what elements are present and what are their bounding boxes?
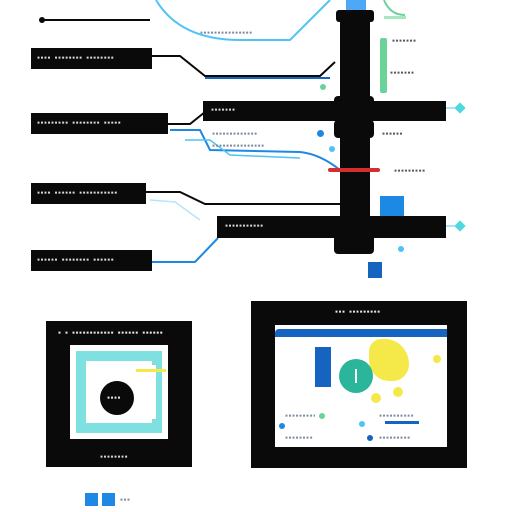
panel-right-yellow-dot2 — [371, 393, 381, 403]
left-box-4-label: ▪▪▪▪▪▪ ▪▪▪▪▪▪▪▪ ▪▪▪▪▪▪ — [37, 257, 115, 263]
teal-dot-pillar — [398, 246, 404, 252]
faint-label-mid2: ▪▪▪▪▪▪▪▪▪▪▪▪▪▪▪ — [212, 143, 265, 149]
pillar-cap — [336, 10, 374, 22]
left-box-3: ▪▪▪▪ ▪▪▪▪▪▪ ▪▪▪▪▪▪▪▪▪▪▪ — [31, 183, 146, 204]
legend-swatch-2 — [102, 493, 115, 506]
panel-right-row1b: ▪▪▪▪▪▪▪▪▪▪ — [379, 413, 415, 419]
blue-dot-3 — [329, 146, 335, 152]
left-box-3-label: ▪▪▪▪ ▪▪▪▪▪▪ ▪▪▪▪▪▪▪▪▪▪▪ — [37, 190, 118, 196]
panel-left: ▪ ▪ ▪▪▪▪▪▪▪▪▪▪▪▪ ▪▪▪▪▪▪ ▪▪▪▪▪▪ ▪▪▪▪ ▪▪▪▪… — [46, 321, 192, 467]
panel-right-blue-column — [315, 347, 331, 387]
blue-block-right — [380, 196, 404, 216]
panel-right-row2b: ▪▪▪▪▪▪▪▪▪ — [379, 435, 411, 441]
panel-left-center-text: ▪▪▪▪ — [107, 395, 122, 401]
mid-bar-lower-label: ▪▪▪▪▪▪▪▪▪▪▪ — [225, 223, 264, 229]
link-box2 — [168, 111, 206, 125]
panel-right-yellow-dot1 — [393, 387, 403, 397]
panel-right-dial-hand — [355, 369, 357, 383]
left-box-4: ▪▪▪▪▪▪ ▪▪▪▪▪▪▪▪ ▪▪▪▪▪▪ — [31, 250, 152, 271]
panel-left-title: ▪ ▪ ▪▪▪▪▪▪▪▪▪▪▪▪ ▪▪▪▪▪▪ ▪▪▪▪▪▪ — [58, 330, 164, 336]
panel-left-yellow-line — [136, 369, 166, 372]
mid-bar-upper: ▪▪▪▪▪▪▪ — [203, 101, 446, 121]
left-box-2: ▪▪▪▪▪▪▪▪▪ ▪▪▪▪▪▪▪▪ ▪▪▪▪▪ — [31, 113, 168, 134]
pillar-red-marker — [328, 168, 380, 172]
panel-right-row2-dot — [367, 435, 373, 441]
panel-right-row1: ▪▪▪▪▪▪▪▪▪▪ — [285, 413, 315, 419]
link-box3-teal — [149, 199, 201, 221]
panel-right-row2: ▪▪▪▪▪▪▪▪ — [285, 435, 314, 441]
panel-right-row1-dot — [319, 413, 325, 419]
side-label-1: ▪▪▪▪▪▪▪ — [392, 38, 417, 44]
left-box-1-label: ▪▪▪▪ ▪▪▪▪▪▪▪▪ ▪▪▪▪▪▪▪▪ — [37, 55, 115, 61]
panel-right: ▪▪▪ ▪▪▪▪▪▪▪▪▪ ▪▪▪▪▪▪▪▪ ▪▪ ▪▪▪▪▪▪▪▪ ▪▪ ▪▪▪▪… — [251, 301, 467, 468]
blue-dot-2 — [320, 84, 326, 90]
side-label-2: ▪▪▪▪▪▪▪ — [390, 70, 415, 76]
side-label-3: ▪▪▪▪▪▪ — [382, 131, 404, 137]
side-label-4: ▪▪▪▪▪▪▪▪▪ — [394, 168, 426, 174]
green-indicator-bar — [380, 38, 387, 93]
mid-bar-lower: ▪▪▪▪▪▪▪▪▪▪▪ — [217, 216, 446, 238]
panel-right-yellow-blob — [369, 339, 409, 381]
faint-label-top: ▪▪▪▪▪▪▪▪▪▪▪▪▪▪▪ — [200, 30, 253, 36]
left-box-1: ▪▪▪▪ ▪▪▪▪▪▪▪▪ ▪▪▪▪▪▪▪▪ — [31, 48, 152, 69]
left-box-2-label: ▪▪▪▪▪▪▪▪▪ ▪▪▪▪▪▪▪▪ ▪▪▪▪▪ — [37, 120, 122, 126]
panel-right-row1-blue-line — [385, 421, 419, 424]
green-arc-tip — [384, 16, 406, 19]
panel-right-yellow-dot3 — [433, 355, 441, 363]
blue-dot-1 — [317, 130, 324, 137]
diagram-canvas: ▪▪▪▪ ▪▪▪▪▪▪▪▪ ▪▪▪▪▪▪▪▪ ▪▪▪▪▪▪▪▪▪ ▪▪▪▪▪▪▪… — [0, 0, 512, 512]
faint-label-mid: ▪▪▪▪▪▪▪▪▪▪▪▪▪ — [212, 131, 258, 137]
top-arc-right — [383, 0, 406, 16]
panel-right-teal-dot — [359, 421, 365, 427]
panel-right-blue-band — [275, 329, 447, 337]
panel-right-canvas: ▪▪▪▪▪▪▪▪▪▪ ▪▪▪▪▪▪▪▪▪▪ ▪▪▪▪▪▪▪▪ ▪▪▪▪▪▪▪▪▪ — [275, 325, 447, 447]
panel-right-title: ▪▪▪ ▪▪▪▪▪▪▪▪▪ — [335, 309, 381, 315]
link-box1 — [152, 55, 336, 77]
panel-right-row1-dot-left — [279, 423, 285, 429]
blue-block-small — [368, 262, 382, 278]
link-box4 — [152, 237, 219, 263]
panel-left-caption: ▪▪▪▪▪▪▪▪ — [100, 454, 129, 460]
legend-label: ▪▪▪ — [120, 497, 131, 503]
panel-left-canvas: ▪▪▪▪ — [70, 345, 168, 439]
pillar-top-highlight — [346, 0, 366, 10]
pillar-joint-2 — [334, 120, 374, 138]
legend-swatch-1 — [85, 493, 98, 506]
mid-bar-upper-label: ▪▪▪▪▪▪▪ — [211, 107, 236, 113]
top-marker-dot — [39, 17, 45, 23]
